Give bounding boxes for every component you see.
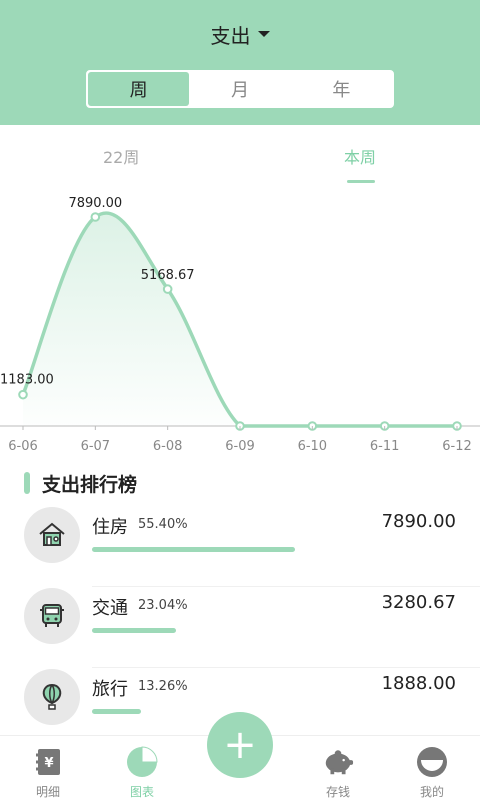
nav-label: 存钱 [325,785,350,799]
divider [92,667,480,668]
pie-chart-icon [126,746,158,778]
category-percent: 55.40% [138,517,188,532]
category-percent: 13.26% [138,679,188,694]
category-progress-bar [92,547,295,552]
tab-previous-week[interactable]: 22周 [103,144,139,168]
data-point[interactable] [18,389,28,400]
category-progress-bar [92,628,176,633]
x-tick-label: 6-10 [298,439,328,454]
x-tick-label: 6-12 [442,439,472,454]
caret-down-icon [257,31,270,37]
ranking-item[interactable]: 交通 23.04% 3280.67 [0,588,480,668]
page-title: 支出 [210,23,251,48]
nav-item-details[interactable]: ¥ 明细 [0,736,96,800]
x-tick-label: 6-11 [370,439,400,454]
category-avatar [24,507,80,563]
data-point[interactable] [162,284,173,294]
period-segmented-control: 周 月 年 [86,70,394,108]
house-icon [39,522,65,546]
nav-label: 我的 [419,785,444,799]
category-progress-bar [92,709,141,714]
segment-month[interactable]: 月 [189,72,291,106]
x-tick-label: 6-09 [225,439,255,454]
data-label: 7890.00 [68,196,122,211]
ledger-icon: ¥ [32,746,64,778]
ranking-title: 支出排行榜 [42,473,138,496]
category-avatar [24,669,80,725]
nav-item-charts[interactable]: 图表 [94,736,190,800]
svg-text:¥: ¥ [44,756,53,771]
balloon-icon [42,683,62,710]
category-amount: 7890.00 [381,511,456,532]
x-tick-label: 6-07 [81,439,111,454]
profile-icon [416,746,448,778]
expense-chart: 6-06 1183.00 6-07 7890.00 6-08 5168.67 6-09 6-1… [0,186,480,461]
data-label: 1183.00 [0,373,54,388]
segment-week[interactable]: 周 [88,72,190,106]
ranking-item[interactable]: 住房 55.40% 7890.00 [0,507,480,587]
nav-label: 明细 [35,785,60,799]
category-percent: 23.04% [138,598,188,613]
data-label: 5168.67 [141,268,195,283]
nav-item-savings[interactable]: 存钱 [290,736,386,800]
title-dropdown[interactable]: 支出 [0,18,480,50]
add-record-button[interactable]: + [207,712,273,778]
ranking-marker [24,472,30,494]
category-avatar [24,588,80,644]
category-name: 旅行 [92,679,128,700]
chart-svg: 6-06 1183.00 6-07 7890.00 6-08 5168.67 6-09 6-1… [0,196,480,454]
piggy-bank-icon [322,746,354,778]
category-amount: 3280.67 [381,592,456,613]
chart-area [23,213,457,426]
x-tick-label: 6-08 [153,439,183,454]
week-tabs: 22周 本周 [0,140,480,184]
x-tick-label: 6-06 [8,439,38,454]
header: 支出 周 月 年 [0,0,480,125]
category-name: 住房 [92,517,128,538]
bus-icon [40,604,64,627]
active-tab-indicator [347,180,375,183]
divider [92,586,480,587]
nav-label: 图表 [129,785,154,799]
data-point[interactable] [90,212,101,222]
ranking-header: 支出排行榜 [24,470,137,496]
category-name: 交通 [92,598,128,619]
segment-year[interactable]: 年 [290,72,392,106]
tab-current-week[interactable]: 本周 [344,144,376,168]
nav-item-mine[interactable]: 我的 [384,736,480,800]
category-amount: 1888.00 [381,673,456,694]
